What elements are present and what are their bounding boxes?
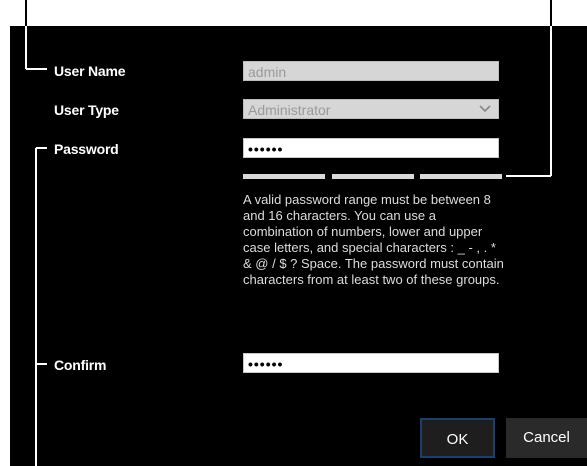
password-help-text: A valid password range must be between 8… bbox=[243, 192, 504, 287]
user-type-label: User Type bbox=[54, 102, 119, 118]
user-name-field[interactable]: admin bbox=[243, 61, 499, 81]
confirm-password-field[interactable]: •••••• bbox=[243, 353, 499, 373]
chevron-down-icon bbox=[479, 105, 491, 113]
strength-bar-segment bbox=[420, 174, 502, 179]
ok-button[interactable]: OK bbox=[420, 418, 495, 458]
cancel-button[interactable]: Cancel bbox=[506, 418, 587, 458]
user-type-value: Administrator bbox=[248, 102, 331, 118]
user-name-label: User Name bbox=[54, 63, 126, 79]
password-field[interactable]: •••••• bbox=[243, 138, 499, 158]
confirm-label: Confirm bbox=[54, 357, 107, 373]
strength-bar-segment bbox=[332, 174, 414, 179]
strength-bar-segment bbox=[243, 174, 325, 179]
user-type-select[interactable]: Administrator bbox=[243, 99, 499, 119]
password-label: Password bbox=[54, 141, 119, 157]
